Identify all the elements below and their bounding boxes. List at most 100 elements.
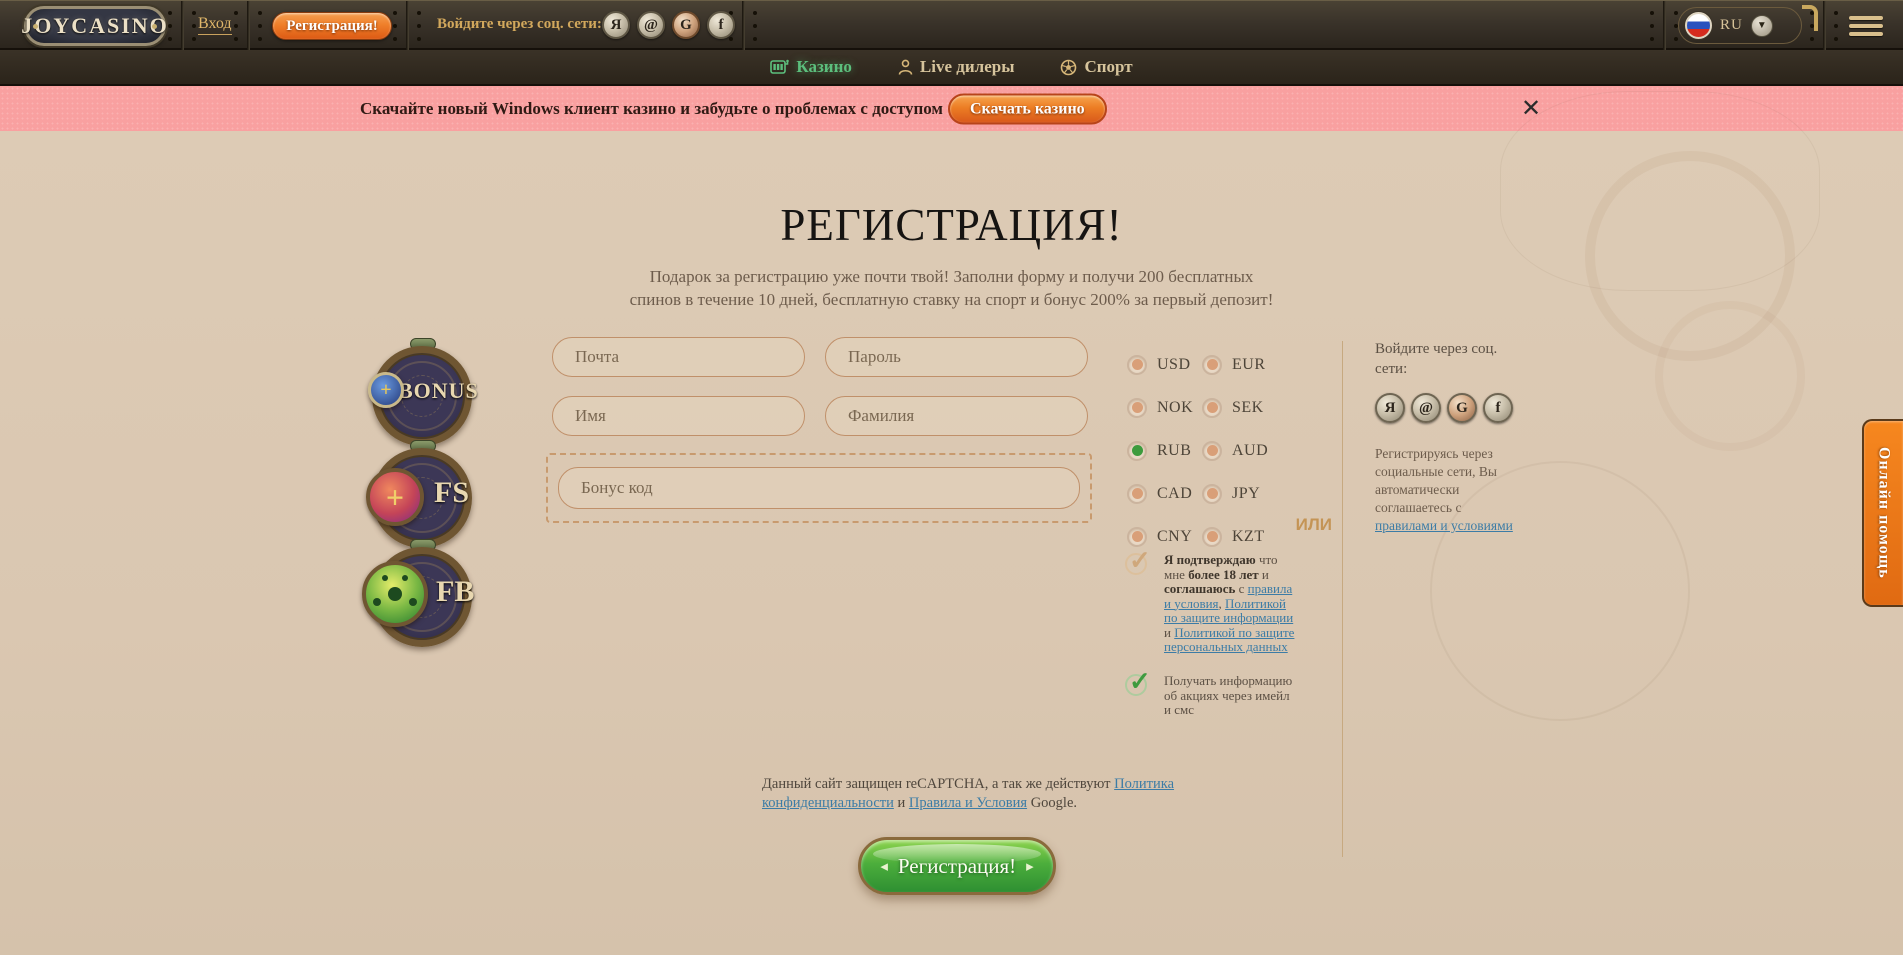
register-button[interactable]: Регистрация!	[272, 12, 392, 40]
mailru-icon[interactable]: @	[1411, 393, 1441, 423]
radio-icon[interactable]	[1202, 527, 1222, 547]
submit-label: Регистрация!	[898, 854, 1016, 879]
bonus-code-field[interactable]	[558, 467, 1080, 509]
metal-seam	[1663, 1, 1666, 51]
chevron-down-icon[interactable]: ▼	[1751, 15, 1773, 37]
currency-eur[interactable]: EUR	[1202, 343, 1292, 386]
radio-icon[interactable]	[1202, 484, 1222, 504]
dealer-person-icon	[898, 59, 913, 76]
tab-label: Live дилеры	[920, 57, 1015, 77]
social-signup-panel: Войдите через соц. сети: Я @ G f Регистр…	[1375, 339, 1525, 535]
logo-text: JOYCASINO	[21, 13, 169, 39]
or-label: ИЛИ	[1282, 515, 1332, 535]
radio-icon[interactable]	[1202, 398, 1222, 418]
google-terms-link[interactable]: Правила и Условия	[909, 795, 1027, 811]
slot-machine-icon	[770, 59, 789, 76]
bonus-orb-icon: +	[368, 372, 404, 408]
tab-live-dealers[interactable]: Live дилеры	[898, 57, 1015, 77]
vertical-divider	[1342, 341, 1343, 857]
badge-label: BONUS	[398, 378, 479, 404]
mailru-icon[interactable]: @	[637, 11, 665, 39]
email-field[interactable]	[552, 337, 805, 377]
currency-aud[interactable]: AUD	[1202, 429, 1292, 472]
social-panel-note: Регистрируясь через социальные сети, Вы …	[1375, 445, 1525, 535]
subtitle-line1: Подарок за регистрацию уже почти твой! З…	[0, 265, 1903, 288]
facebook-icon[interactable]: f	[707, 11, 735, 39]
checkbox-checked-icon[interactable]	[1125, 553, 1147, 575]
checkbox-checked-green-icon[interactable]	[1125, 674, 1147, 696]
metal-seam	[181, 1, 184, 51]
registration-page: РЕГИСТРАЦИЯ! Подарок за регистрацию уже …	[0, 131, 1903, 955]
tab-sport[interactable]: Спорт	[1060, 57, 1132, 77]
arrow-left-icon: ◂	[880, 857, 888, 876]
tab-label: Спорт	[1084, 57, 1132, 77]
tab-casino[interactable]: Казино	[770, 57, 852, 77]
freebet-badge: FB	[372, 547, 472, 647]
arrow-right-icon: ▸	[1026, 857, 1034, 876]
radio-icon[interactable]	[1127, 484, 1147, 504]
radio-icon[interactable]	[1127, 398, 1147, 418]
last-name-field[interactable]	[825, 396, 1088, 436]
currency-selector: USD EUR NOK SEK RUB AUD CAD JPY CNY KZT	[1127, 343, 1292, 558]
currency-usd[interactable]: USD	[1127, 343, 1202, 386]
password-field[interactable]	[825, 337, 1088, 377]
section-nav: Казино Live дилеры Спорт	[0, 50, 1903, 86]
facebook-icon[interactable]: f	[1483, 393, 1513, 423]
metal-seam	[1823, 1, 1826, 51]
tab-label: Казино	[796, 57, 852, 77]
radio-icon[interactable]	[1202, 355, 1222, 375]
submit-registration-button[interactable]: ◂ Регистрация! ▸	[858, 837, 1056, 895]
login-link[interactable]: Вход	[198, 15, 232, 35]
banner-message: Скачайте новый Windows клиент казино и з…	[360, 99, 943, 119]
yandex-icon[interactable]: Я	[602, 11, 630, 39]
promo-checkbox-row: Получать информацию об акциях через имей…	[1125, 674, 1298, 718]
radio-icon-selected[interactable]	[1127, 441, 1147, 461]
badge-label: FB	[436, 575, 474, 609]
first-name-field[interactable]	[552, 396, 805, 436]
google-icon[interactable]: G	[1447, 393, 1477, 423]
google-icon[interactable]: G	[672, 11, 700, 39]
soccer-ball-orb-icon	[362, 561, 428, 627]
freespins-orb-icon: +	[366, 468, 424, 526]
decorative-pipe	[1802, 5, 1818, 31]
bonus-badge: BONUS +	[372, 346, 472, 446]
top-bar: JOYCASINO Вход Регистрация! Войдите чере…	[0, 0, 1903, 50]
coffee-stain	[1585, 151, 1795, 361]
radio-icon[interactable]	[1127, 527, 1147, 547]
menu-button[interactable]	[1849, 16, 1883, 40]
currency-rub[interactable]: RUB	[1127, 429, 1202, 472]
agreement-text: Я подтверждаю что мне более 18 лет и сог…	[1164, 553, 1298, 655]
recaptcha-note: Данный сайт защищен reCAPTCHA, а так же …	[762, 775, 1192, 813]
download-casino-button[interactable]: Скачать казино	[948, 93, 1107, 124]
metal-seam	[406, 1, 409, 51]
close-icon[interactable]: ✕	[1521, 97, 1541, 121]
agreement-checkbox-row: Я подтверждаю что мне более 18 лет и сог…	[1125, 553, 1298, 655]
subtitle-line2: спинов в течение 10 дней, бесплатную ста…	[0, 288, 1903, 311]
currency-nok[interactable]: NOK	[1127, 386, 1202, 429]
download-banner: Скачайте новый Windows клиент казино и з…	[0, 86, 1903, 131]
online-help-tab[interactable]: Онлайн помощь	[1862, 419, 1903, 607]
coffee-stain	[1655, 301, 1805, 451]
soccer-ball-icon	[1060, 59, 1077, 76]
language-selector[interactable]: RU ▼	[1678, 7, 1802, 44]
joycasino-logo[interactable]: JOYCASINO	[24, 6, 166, 46]
page-subtitle: Подарок за регистрацию уже почти твой! З…	[0, 265, 1903, 311]
yandex-icon[interactable]: Я	[1375, 393, 1405, 423]
metal-seam	[742, 1, 745, 51]
social-panel-title: Войдите через соц. сети:	[1375, 339, 1525, 379]
language-code: RU	[1720, 17, 1743, 34]
personal-data-link[interactable]: Политикой по защите персональных данных	[1164, 625, 1294, 655]
social-login-icons: Я @ G f	[602, 11, 735, 39]
currency-jpy[interactable]: JPY	[1202, 472, 1292, 515]
radio-icon[interactable]	[1202, 441, 1222, 461]
currency-sek[interactable]: SEK	[1202, 386, 1292, 429]
terms-conditions-link[interactable]: правилами и условиями	[1375, 518, 1513, 533]
radio-icon[interactable]	[1127, 355, 1147, 375]
currency-cad[interactable]: CAD	[1127, 472, 1202, 515]
russia-flag-icon	[1685, 12, 1712, 39]
social-panel-icons: Я @ G f	[1375, 393, 1525, 423]
freespins-badge: FS +	[372, 448, 472, 548]
badge-label: FS	[434, 476, 469, 510]
metal-seam	[247, 1, 250, 51]
online-help-label: Онлайн помощь	[1875, 447, 1893, 579]
